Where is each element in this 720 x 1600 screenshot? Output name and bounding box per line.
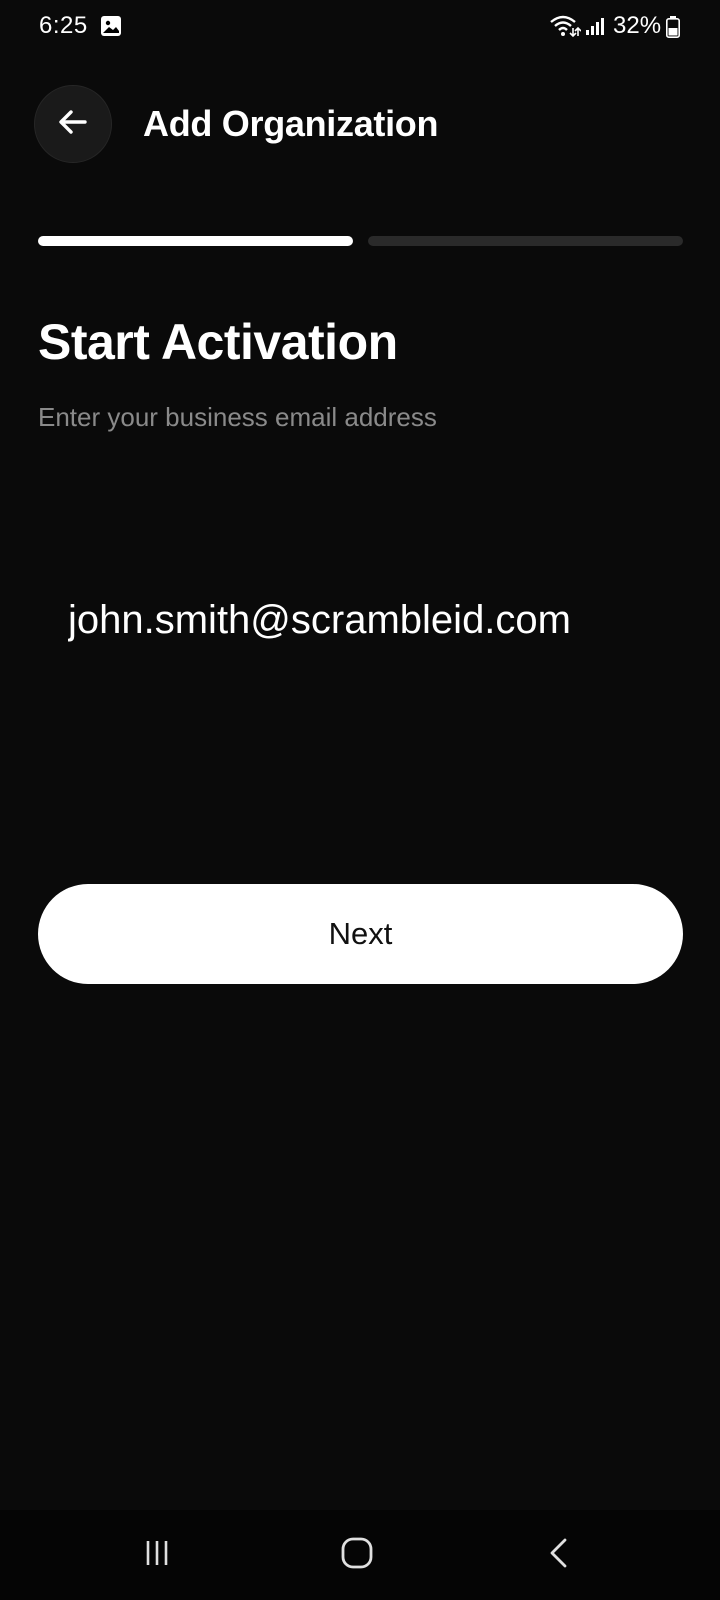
home-button[interactable] [327,1525,387,1585]
system-nav-bar [0,1510,720,1600]
recent-apps-button[interactable] [127,1525,187,1585]
page-subtitle: Enter your business email address [38,402,437,432]
step-progress [38,236,683,246]
progress-step-2 [368,236,683,246]
progress-step-1 [38,236,353,246]
battery-icon [666,16,680,38]
system-back-button[interactable] [530,1525,590,1585]
battery-percent: 32% [613,12,662,39]
recent-apps-icon [137,1533,177,1578]
wifi-icon [549,14,582,38]
back-button[interactable] [34,85,112,163]
arrow-left-icon [55,104,91,145]
page-header-title: Add Organization [143,103,439,144]
status-time: 6:25 [39,12,88,39]
email-input[interactable] [38,580,683,660]
page-title: Start Activation [38,314,398,370]
signal-icon [585,16,605,36]
back-icon [540,1533,580,1578]
next-button[interactable]: Next [38,884,683,984]
status-bar: 6:25 32% [0,0,720,52]
gallery-icon [100,15,122,37]
home-icon [337,1533,377,1578]
